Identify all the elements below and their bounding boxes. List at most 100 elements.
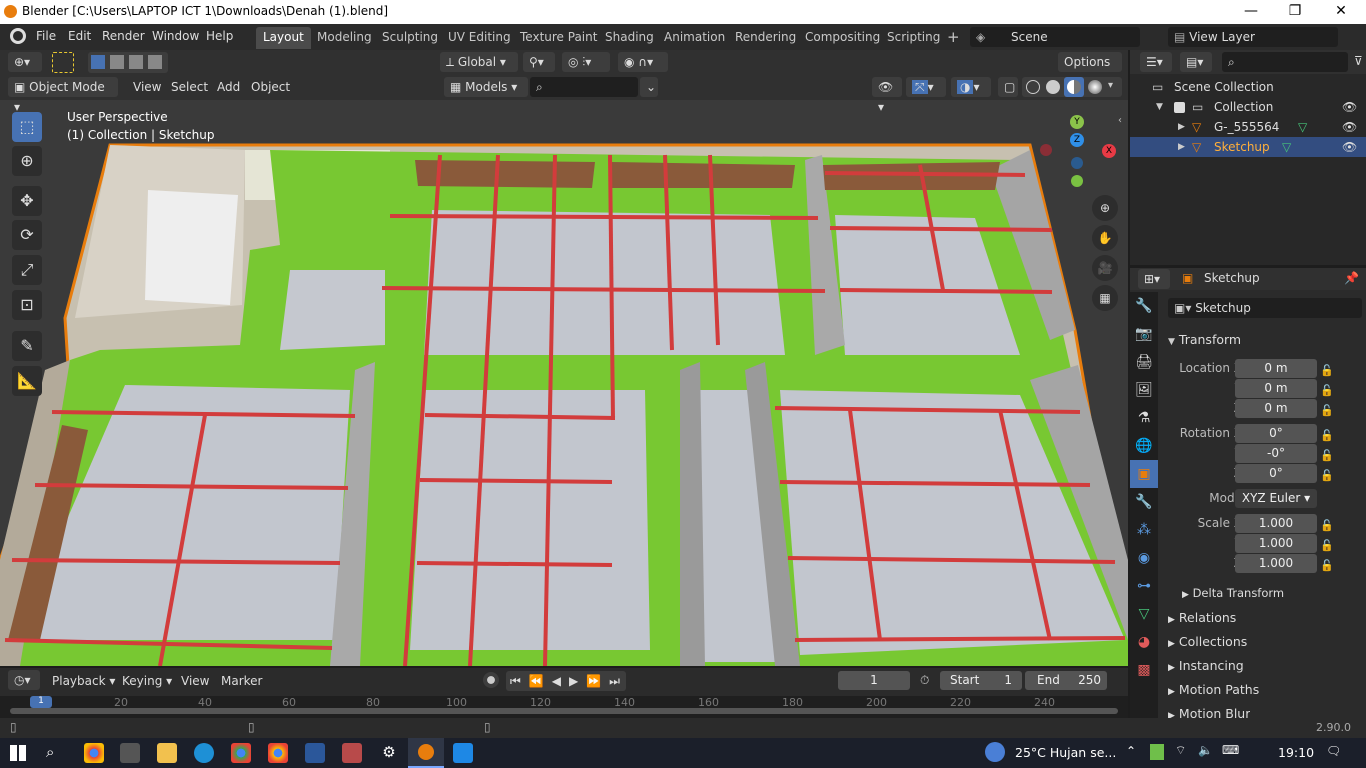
gizmo-neg-z-axis[interactable] — [1071, 157, 1083, 169]
timeline-keying-menu[interactable]: Keying ▾ — [122, 674, 172, 688]
record-button[interactable] — [483, 672, 499, 688]
calculator-icon[interactable] — [120, 743, 140, 763]
selection-mode-buttons[interactable] — [88, 52, 168, 73]
scene-tab-icon[interactable]: ⚗ — [1130, 404, 1158, 432]
visibility-eye-icon[interactable]: 👁 — [1342, 117, 1357, 137]
annotate-tool-button[interactable]: ✎ — [12, 331, 42, 361]
menu-edit[interactable]: Edit — [68, 29, 91, 43]
view-layer-selector[interactable]: ▤ View Layer — [1168, 27, 1338, 47]
timeline-view-menu[interactable]: View — [181, 674, 209, 688]
transform-tool-button[interactable]: ⊡ — [12, 290, 42, 320]
tab-modeling[interactable]: Modeling — [310, 27, 379, 49]
lock-icons-location[interactable]: 🔓 🔓 🔓 — [1320, 361, 1334, 421]
snap-toggle[interactable]: ◎ ⫶▾ — [562, 52, 610, 72]
edge-icon[interactable] — [194, 743, 214, 763]
output-tab-icon[interactable]: 🖨 — [1130, 348, 1158, 376]
viewport-search-input[interactable]: ⌕ — [530, 77, 638, 97]
options-dropdown[interactable]: Options ▾ — [1058, 52, 1122, 89]
pin-icon[interactable]: 📌 — [1344, 271, 1359, 285]
object-tab-icon[interactable]: ▣ — [1130, 460, 1158, 488]
world-tab-icon[interactable]: 🌐 — [1130, 432, 1158, 460]
viewport-menu-object[interactable]: Object — [251, 80, 290, 94]
tool-tab-icon[interactable]: 🔧 — [1130, 292, 1158, 320]
scale-x-field[interactable]: 1.000 — [1235, 514, 1317, 533]
wireframe-shading-icon[interactable] — [1026, 80, 1040, 94]
transform-section-header[interactable]: ▼ Transform — [1168, 332, 1241, 347]
location-z-field[interactable]: 0 m — [1235, 399, 1317, 418]
tab-layout[interactable]: Layout — [256, 27, 311, 49]
gizmo-z-axis[interactable]: Z — [1070, 133, 1084, 147]
scene-collection-row[interactable]: ▭ Scene Collection — [1130, 77, 1366, 97]
collapse-arrow-icon[interactable]: ▼ — [1156, 97, 1163, 117]
scale-z-field[interactable]: 1.000 — [1235, 554, 1317, 573]
visibility-dropdown[interactable]: 👁▾ — [872, 77, 902, 114]
minimize-button[interactable]: — — [1228, 0, 1274, 24]
texture-tab-icon[interactable]: ▩ — [1130, 656, 1158, 684]
solid-shading-icon[interactable] — [1046, 80, 1060, 94]
shading-mode-buttons[interactable]: ▾ — [1022, 77, 1122, 97]
timeline-playback-menu[interactable]: Playback ▾ — [52, 674, 115, 688]
menu-help[interactable]: Help — [206, 29, 233, 43]
rotation-x-field[interactable]: 0° — [1235, 424, 1317, 443]
location-x-field[interactable]: 0 m — [1235, 359, 1317, 378]
data-tab-icon[interactable]: ▽ — [1130, 600, 1158, 628]
file-explorer-icon[interactable] — [157, 743, 177, 763]
blender-task-active[interactable] — [408, 738, 444, 768]
search-icon[interactable]: ⌕ — [46, 743, 54, 761]
settings-gear-icon[interactable]: ⚙ — [379, 743, 399, 763]
tray-chevron-icon[interactable]: ⌃ — [1126, 744, 1136, 758]
rotation-z-field[interactable]: 0° — [1235, 464, 1317, 483]
tab-compositing[interactable]: Compositing — [798, 27, 887, 49]
collection-dropdown[interactable]: ▦ Models ▾ — [444, 77, 528, 97]
instancing-section[interactable]: ▶ Instancing — [1168, 658, 1244, 673]
app-icon[interactable] — [453, 743, 473, 763]
visibility-eye-icon[interactable]: 👁 — [1342, 97, 1357, 117]
playhead[interactable]: 1 — [30, 696, 52, 708]
rotation-y-field[interactable]: -0° — [1235, 444, 1317, 463]
render-tab-icon[interactable]: 📷 — [1130, 320, 1158, 348]
object-name-field[interactable]: ▣▾ Sketchup — [1168, 298, 1362, 318]
clock[interactable]: 19:10 — [1278, 745, 1314, 760]
wifi-icon[interactable]: ⌔ — [1175, 743, 1186, 758]
scale-tool-button[interactable]: ⤢ — [12, 255, 42, 285]
properties-editor-type[interactable]: ⊞▾ — [1138, 269, 1170, 289]
rendered-shading-icon[interactable] — [1088, 80, 1102, 94]
mode-subtract-icon[interactable] — [129, 55, 143, 69]
menu-render[interactable]: Render — [102, 29, 145, 43]
close-button[interactable]: ✕ — [1318, 0, 1364, 24]
expand-arrow-icon[interactable]: ▶ — [1178, 137, 1185, 157]
camera-view-icon[interactable]: 🎥 — [1092, 255, 1118, 281]
mode-new-icon[interactable] — [91, 55, 105, 69]
scene-selector[interactable]: ◈ Scene — [970, 27, 1140, 47]
tab-shading[interactable]: Shading — [598, 27, 661, 49]
tab-sculpting[interactable]: Sculpting — [375, 27, 445, 49]
weather-text[interactable]: 25°C Hujan se... — [1015, 745, 1116, 760]
outliner-editor-type[interactable]: ☰▾ — [1140, 52, 1172, 72]
material-tab-icon[interactable]: ◕ — [1130, 628, 1158, 656]
outliner-object-row-selected[interactable]: ▶ ▽ Sketchup ▽ 👁 — [1130, 137, 1366, 157]
mode-invert-icon[interactable] — [148, 55, 162, 69]
playback-controls[interactable]: ⏮⏪◀▶⏩⏭ — [506, 671, 626, 691]
battery-icon[interactable] — [1150, 744, 1164, 760]
move-tool-button[interactable]: ✥ — [12, 186, 42, 216]
display-mode-dropdown[interactable]: ▤▾ — [1180, 52, 1212, 72]
gizmo-y-axis[interactable]: Y — [1070, 115, 1084, 129]
stopwatch-icon[interactable]: ⏱ — [920, 673, 929, 688]
current-frame-field[interactable]: 1 — [838, 671, 910, 690]
gizmo-toggle[interactable]: ⤧ ▾ — [906, 77, 946, 97]
motion-paths-section[interactable]: ▶ Motion Paths — [1168, 682, 1259, 697]
chrome-icon[interactable] — [84, 743, 104, 763]
collections-section[interactable]: ▶ Collections — [1168, 634, 1247, 649]
blender-menu-icon[interactable] — [10, 28, 26, 44]
outliner-object-row[interactable]: ▶ ▽ G-_555564 ▽ 👁 — [1130, 117, 1366, 137]
modifier-tab-icon[interactable]: 🔧 — [1130, 488, 1158, 516]
xray-toggle[interactable]: ▢ — [998, 77, 1018, 97]
visibility-eye-icon[interactable]: 👁 — [1342, 137, 1357, 157]
volume-icon[interactable]: 🔈 — [1198, 743, 1213, 757]
outliner-search-input[interactable]: ⌕ — [1222, 52, 1348, 72]
paint-icon[interactable] — [342, 743, 362, 763]
collection-row[interactable]: ▼ ▭ Collection 👁 — [1130, 97, 1366, 117]
end-frame-field[interactable]: End 250 — [1025, 671, 1107, 690]
scale-y-field[interactable]: 1.000 — [1235, 534, 1317, 553]
motion-blur-section[interactable]: ▶ Motion Blur — [1168, 706, 1250, 718]
